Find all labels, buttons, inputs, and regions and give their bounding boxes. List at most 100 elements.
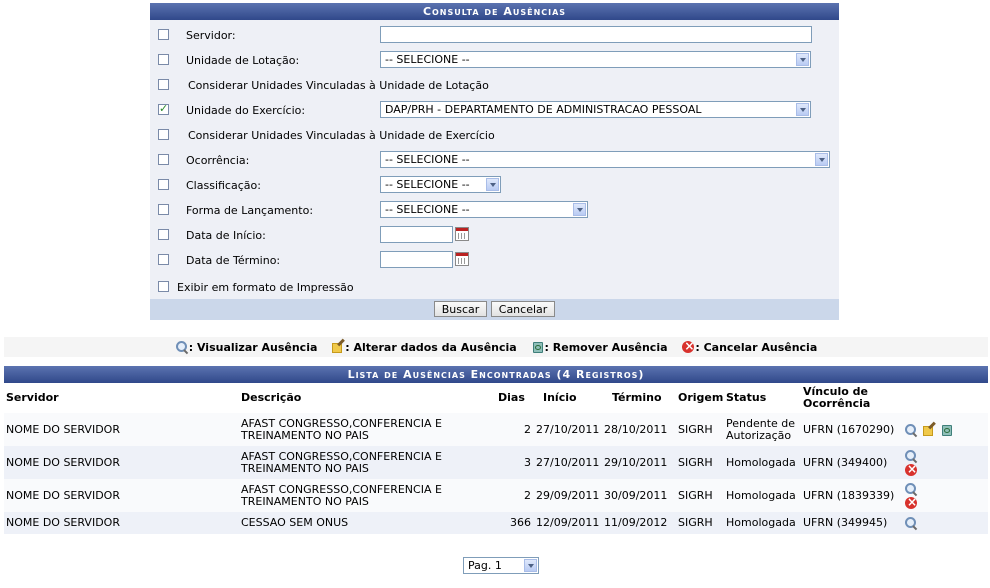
chevron-down-icon[interactable] [486,178,499,191]
trash-icon [531,340,545,354]
cell-descricao: AFAST CONGRESSO,CONFERENCIA E TREINAMENT… [241,449,442,475]
cancel-icon[interactable] [904,494,918,510]
impressao-label: Exibir em formato de Impressão [177,281,354,294]
row-forma-lancamento: Forma de Lançamento: -- SELECIONE -- [150,200,839,220]
classificacao-selected: -- SELECIONE -- [385,178,470,191]
results-table: Lista de Ausências Encontradas (4 Regist… [4,366,988,534]
col-origem: Origem [678,391,724,404]
impressao-checkbox[interactable] [158,281,169,292]
table-row: NOME DO SERVIDOR AFAST CONGRESSO,CONFERE… [4,446,988,479]
forma-lancamento-checkbox[interactable] [158,204,169,215]
page-select-value: Pag. 1 [468,559,502,572]
row-actions [902,413,988,446]
data-inicio-checkbox[interactable] [158,229,169,240]
cell-servidor: NOME DO SERVIDOR [6,516,120,529]
cell-descricao: CESSAO SEM ONUS [241,516,349,529]
chevron-down-icon[interactable] [796,53,809,66]
magnifier-icon[interactable] [904,423,918,437]
servidor-label: Servidor: [186,29,236,42]
page-select[interactable]: Pag. 1 [463,557,539,574]
unidade-exercicio-checkbox[interactable] [158,102,169,115]
legend-cancelar: : Cancelar Ausência [681,337,817,359]
data-termino-label: Data de Término: [186,254,281,267]
calendar-icon[interactable] [455,252,469,266]
cell-vinculo: UFRN (1670290) [803,422,895,436]
classificacao-checkbox[interactable] [158,179,169,190]
unidade-lotacao-selected: -- SELECIONE -- [385,53,470,66]
buscar-button[interactable]: Buscar [433,301,488,317]
row-considerar-exercicio: Considerar Unidades Vinculadas à Unidade… [150,125,839,145]
cell-status: Homologada [726,516,796,529]
legend-cancelar-text: : Cancelar Ausência [695,341,818,354]
legend-visualizar: : Visualizar Ausência [175,337,317,359]
cell-inicio: 12/09/2011 [536,516,600,529]
calendar-icon[interactable] [455,227,469,241]
row-unidade-lotacao: Unidade de Lotação: -- SELECIONE -- [150,50,839,70]
cell-inicio: 27/10/2011 [536,455,600,469]
unidade-lotacao-label: Unidade de Lotação: [186,54,300,67]
data-inicio-input[interactable] [380,226,453,243]
legend-alterar-text: : Alterar dados da Ausência [345,341,517,354]
forma-lancamento-select[interactable]: -- SELECIONE -- [380,201,588,218]
col-vinculo: Vínculo de Ocorrência [803,385,871,410]
cell-vinculo: UFRN (1839339) [803,488,895,502]
absences-table: Servidor Descrição Dias Início Término O… [4,383,988,534]
legend-remover-text: : Remover Ausência [544,341,668,354]
magnifier-icon [175,340,189,354]
chevron-down-icon[interactable] [524,559,537,572]
servidor-checkbox[interactable] [158,29,169,40]
unidade-lotacao-select[interactable]: -- SELECIONE -- [380,51,811,68]
forma-lancamento-label: Forma de Lançamento: [186,204,314,217]
edit-note-icon[interactable] [922,423,936,437]
considerar-exercicio-label: Considerar Unidades Vinculadas à Unidade… [188,129,495,142]
data-termino-input[interactable] [380,251,453,268]
cell-descricao: AFAST CONGRESSO,CONFERENCIA E TREINAMENT… [241,416,442,442]
chevron-down-icon[interactable] [796,103,809,116]
data-termino-checkbox[interactable] [158,254,169,265]
icon-legend: : Visualizar Ausência : Alterar dados da… [4,337,988,357]
cell-status: Homologada [726,455,796,469]
ocorrencia-checkbox[interactable] [158,154,169,165]
unidade-exercicio-select[interactable]: DAP/PRH - DEPARTAMENTO DE ADMINISTRACAO … [380,101,811,118]
cancel-icon [681,338,695,354]
row-actions [902,446,988,479]
row-impressao: Exibir em formato de Impressão [150,277,839,297]
cancel-icon[interactable] [904,461,918,477]
considerar-lotacao-checkbox[interactable] [158,79,169,90]
ocorrencia-label: Ocorrência: [186,154,250,167]
cell-origem: SIGRH [678,516,713,529]
unidade-exercicio-selected: DAP/PRH - DEPARTAMENTO DE ADMINISTRACAO … [385,103,702,116]
considerar-exercicio-checkbox[interactable] [158,129,169,140]
col-termino: Término [612,391,662,404]
chevron-down-icon[interactable] [573,203,586,216]
row-actions [902,512,988,534]
table-row: NOME DO SERVIDOR AFAST CONGRESSO,CONFERE… [4,479,988,512]
chevron-down-icon[interactable] [815,153,828,166]
ocorrencia-select[interactable]: -- SELECIONE -- [380,151,830,168]
cell-status: Homologada [726,488,796,502]
form-buttons: Buscar Cancelar [150,299,839,320]
classificacao-select[interactable]: -- SELECIONE -- [380,176,501,193]
header-row: Servidor Descrição Dias Início Término O… [4,383,988,413]
table-row: NOME DO SERVIDOR CESSAO SEM ONUS 366 12/… [4,512,988,534]
unidade-lotacao-checkbox[interactable] [158,54,169,65]
col-descricao: Descrição [241,391,302,404]
servidor-input[interactable] [380,26,812,43]
forma-lancamento-selected: -- SELECIONE -- [385,203,470,216]
cell-termino: 30/09/2011 [604,488,668,502]
ocorrencia-selected: -- SELECIONE -- [385,153,470,166]
unidade-exercicio-label: Unidade do Exercício: [186,104,306,117]
cell-origem: SIGRH [678,422,713,436]
classificacao-label: Classificação: [186,179,261,192]
cell-vinculo: UFRN (349400) [803,455,888,469]
cell-servidor: NOME DO SERVIDOR [6,422,120,436]
consulta-form: Consulta de Ausências Servidor: Unidade … [150,3,839,320]
cell-servidor: NOME DO SERVIDOR [6,455,120,469]
magnifier-icon[interactable] [904,516,918,530]
legend-alterar: : Alterar dados da Ausência [331,337,517,359]
row-data-inicio: Data de Início: [150,225,839,245]
cancelar-button[interactable]: Cancelar [490,301,556,317]
trash-icon[interactable] [940,423,954,437]
row-servidor: Servidor: [150,25,839,45]
